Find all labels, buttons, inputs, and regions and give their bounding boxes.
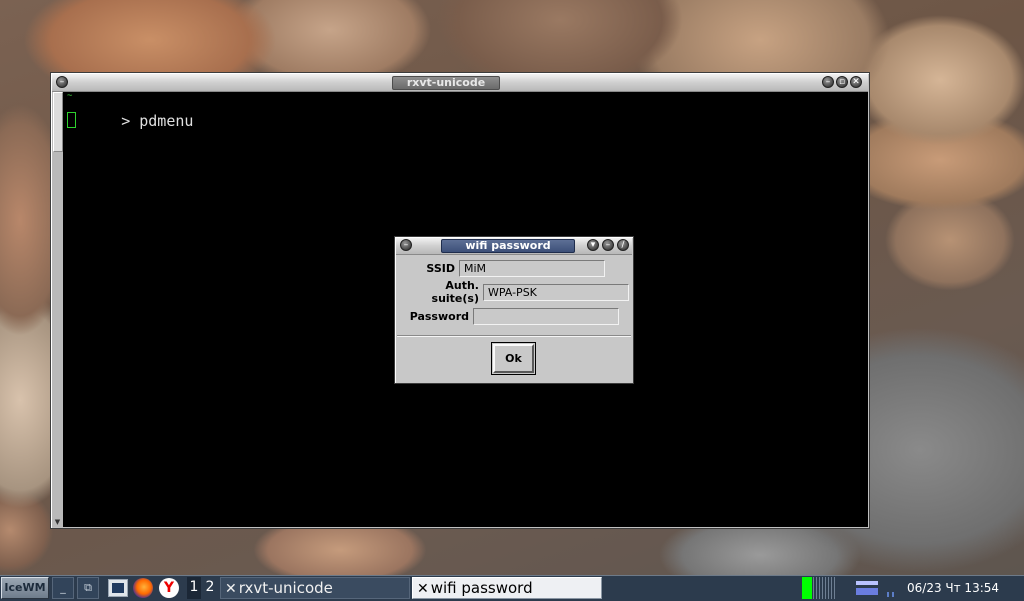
minimize-icon[interactable]: – [602, 239, 614, 251]
ssid-row: SSID MiM [397, 258, 605, 278]
network-activity-icon[interactable] [881, 577, 901, 599]
window-list-icon[interactable]: ⧉ [77, 577, 99, 599]
password-row: Password [397, 306, 619, 326]
memory-meter[interactable] [856, 577, 878, 599]
ssid-label: SSID [426, 261, 455, 275]
x-app-icon: ✕ [417, 581, 429, 597]
workspace-2[interactable]: 2 [203, 577, 217, 599]
password-label: Password [409, 309, 469, 323]
rollup-icon[interactable]: ▾ [587, 239, 599, 251]
task-label: rxvt-unicode [238, 579, 333, 597]
close-icon[interactable]: ✕ [850, 76, 862, 88]
prompt-tilde: ~ [67, 91, 73, 101]
terminal-title: rxvt-unicode [392, 76, 500, 90]
prompt-line: ~ > pdmenu [67, 91, 194, 148]
auth-suite-field[interactable]: WPA-PSK [483, 283, 629, 301]
task-wifi-password[interactable]: ✕ wifi password [412, 577, 602, 599]
file-manager-icon[interactable] [108, 579, 128, 597]
yandex-browser-icon[interactable]: Y [159, 578, 179, 598]
show-desktop-icon[interactable]: _ [52, 577, 74, 599]
task-rxvt-unicode[interactable]: ✕ rxvt-unicode [220, 577, 410, 599]
x-app-icon: ✕ [225, 581, 237, 597]
workspace-1[interactable]: 1 [187, 577, 201, 599]
prompt-arrow: > [121, 112, 131, 130]
minimize-icon[interactable]: – [822, 76, 834, 88]
task-label: wifi password [430, 579, 533, 597]
ok-button-label: Ok [493, 344, 534, 373]
start-menu-button[interactable]: IceWM [1, 577, 49, 599]
dialog-separator [397, 335, 631, 337]
window-menu-icon[interactable]: – [400, 239, 412, 251]
auth-suite-label: Auth. suite(s) [431, 279, 479, 305]
ok-button[interactable]: Ok [491, 342, 536, 375]
maximize-icon[interactable]: ▫ [836, 76, 848, 88]
auth-suite-row: Auth. suite(s) WPA-PSK [397, 279, 629, 305]
window-menu-icon[interactable]: – [56, 76, 68, 88]
typed-command: pdmenu [139, 112, 194, 130]
scroll-down-arrow-icon[interactable]: ▼ [53, 517, 62, 527]
dialog-title: wifi password [441, 239, 575, 253]
terminal-cursor [67, 112, 76, 128]
clock[interactable]: 06/23 Чт 13:54 [907, 577, 999, 599]
password-field[interactable] [473, 307, 619, 325]
ssid-field[interactable]: MiM [459, 259, 605, 277]
dialog-titlebar[interactable]: – wifi password ▾ – / [396, 238, 632, 255]
firefox-icon[interactable] [133, 578, 153, 598]
cpu-meter[interactable] [802, 577, 812, 599]
taskbar: IceWM _ ⧉ Y 1 2 ✕ rxvt-unicode ✕ wifi pass… [0, 575, 1024, 601]
terminal-titlebar[interactable]: – rxvt-unicode – ▫ ✕ [52, 74, 868, 92]
network-meter[interactable] [813, 577, 835, 599]
scrollbar-thumb[interactable] [53, 92, 63, 152]
wifi-password-dialog[interactable]: – wifi password ▾ – / SSID MiM Auth. sui… [394, 236, 634, 384]
close-icon[interactable]: / [617, 239, 629, 251]
